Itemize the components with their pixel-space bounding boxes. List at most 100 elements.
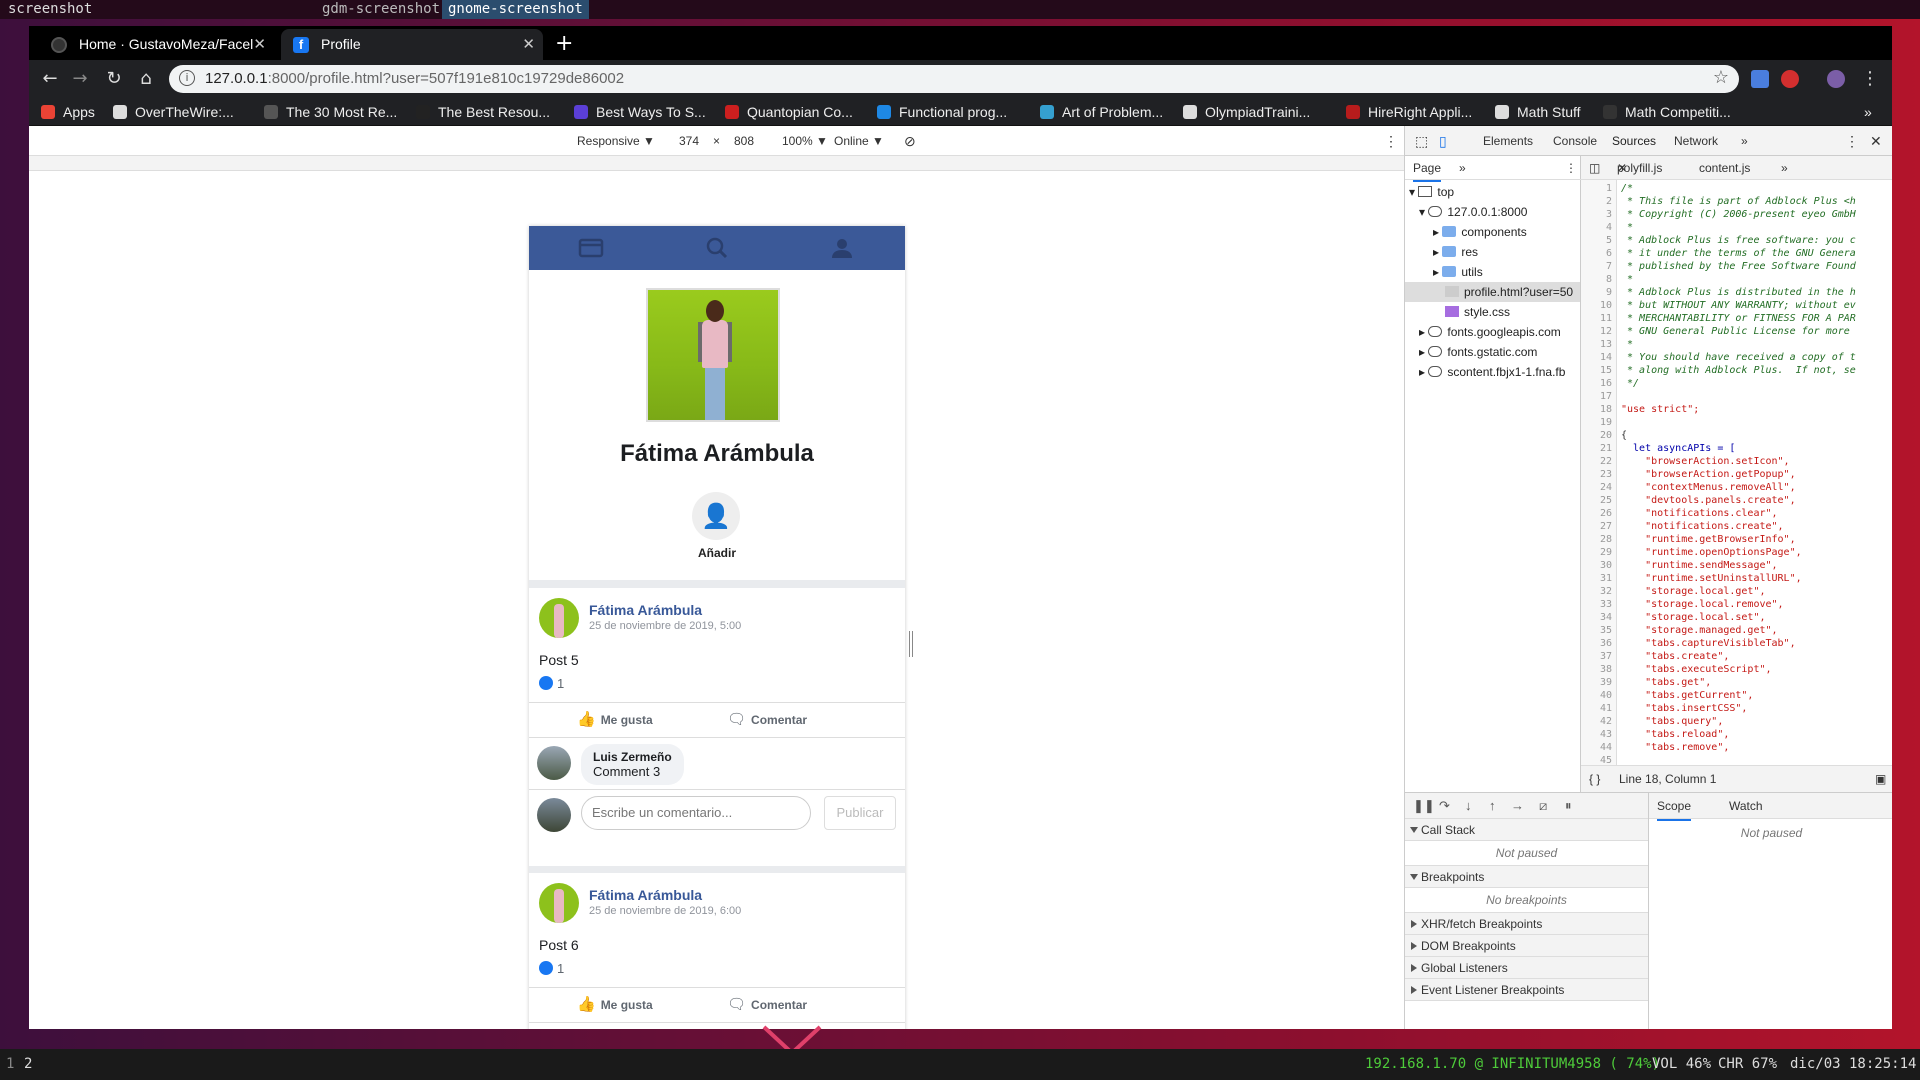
line-number[interactable]: 3 — [1606, 208, 1612, 221]
bookmark-item[interactable]: Quantopian Co... — [725, 98, 853, 126]
close-icon[interactable]: ✕ — [1870, 126, 1882, 156]
menu-kebab-icon[interactable]: ⋮ — [1857, 66, 1883, 92]
step-into-icon[interactable]: ↓ — [1465, 793, 1472, 819]
address-bar[interactable]: i 127.0.0.1:8000/profile.html?user=507f1… — [169, 65, 1739, 93]
device-menu-icon[interactable]: ⋮ — [1384, 126, 1398, 156]
bookmark-item[interactable]: OlympiadTraini... — [1183, 98, 1310, 126]
call-stack-section[interactable]: Call Stack — [1405, 819, 1648, 841]
line-number[interactable]: 32 — [1600, 585, 1612, 598]
line-number[interactable]: 45 — [1600, 754, 1612, 765]
line-number[interactable]: 29 — [1600, 546, 1612, 559]
code-view[interactable]: 1 2 3 4 5 6 7 8 9 10 11 12 13 14 15 16 17 18 19 20 21 22 23 24 2… — [1581, 180, 1892, 765]
avatar[interactable] — [539, 883, 579, 923]
line-number[interactable]: 33 — [1600, 598, 1612, 611]
network-throttle-select[interactable]: Online ▼ — [834, 126, 884, 156]
comment-user[interactable]: Luis Zermeño — [593, 750, 672, 764]
forward-button[interactable]: → — [67, 66, 93, 92]
viewport-resize-handle-right[interactable] — [909, 631, 913, 657]
bookmark-item[interactable]: The 30 Most Re... — [264, 98, 397, 126]
line-number[interactable]: 7 — [1606, 260, 1612, 273]
adblock-extension-icon[interactable] — [1781, 70, 1799, 88]
tree-item-style-css[interactable]: style.css — [1445, 302, 1510, 322]
pause-on-exceptions-icon[interactable]: ⏸ — [1565, 793, 1572, 819]
event-listener-breakpoints-section[interactable]: Event Listener Breakpoints — [1405, 979, 1648, 1001]
tree-item-top[interactable]: ▾ top — [1409, 182, 1454, 202]
post-author[interactable]: Fátima Arámbula — [589, 602, 702, 618]
tree-item-components[interactable]: ▸ components — [1433, 222, 1527, 242]
line-number[interactable]: 41 — [1600, 702, 1612, 715]
reload-button[interactable]: ↻ — [101, 66, 127, 92]
more-tabs-button[interactable]: » — [1741, 126, 1748, 156]
launcher-option-gdm[interactable]: gdm-screenshot — [316, 0, 446, 19]
bookmark-item[interactable]: Apps — [41, 98, 95, 126]
editor-tab-content[interactable]: content.js — [1699, 156, 1750, 180]
bookmark-item[interactable]: Art of Problem... — [1040, 98, 1163, 126]
device-toggle-icon[interactable]: ▯ — [1439, 126, 1447, 156]
device-select[interactable]: Responsive ▼ — [577, 126, 655, 156]
search-icon[interactable] — [704, 237, 730, 259]
comment-button[interactable]: 🗨 Comentar — [727, 988, 807, 1022]
inspect-element-icon[interactable]: ⬚ — [1415, 126, 1428, 156]
tree-item-googleapis[interactable]: ▸ fonts.googleapis.com — [1419, 322, 1561, 342]
line-number[interactable]: 10 — [1600, 299, 1612, 312]
bookmark-item[interactable]: Functional prog... — [877, 98, 1007, 126]
publish-button[interactable]: Publicar — [824, 796, 896, 830]
line-number[interactable]: 13 — [1600, 338, 1612, 351]
line-number[interactable]: 34 — [1600, 611, 1612, 624]
like-button[interactable]: 👍 Me gusta — [577, 988, 653, 1022]
tree-item-utils[interactable]: ▸ utils — [1433, 262, 1483, 282]
tree-item-gstatic[interactable]: ▸ fonts.gstatic.com — [1419, 342, 1537, 362]
tab-github[interactable]: Home · GustavoMeza/Facel ✕ — [39, 29, 274, 60]
user-icon[interactable] — [829, 237, 855, 259]
editor-more-button[interactable]: » — [1781, 156, 1788, 180]
line-number[interactable]: 11 — [1600, 312, 1612, 325]
line-number[interactable]: 17 — [1600, 390, 1612, 403]
navigator-menu-icon[interactable]: ⋮ — [1565, 156, 1577, 180]
tab-profile[interactable]: f Profile ✕ — [281, 29, 543, 60]
tab-watch[interactable]: Watch — [1729, 793, 1763, 819]
feed-icon[interactable] — [578, 237, 604, 259]
line-number[interactable]: 26 — [1600, 507, 1612, 520]
tab-elements[interactable]: Elements — [1483, 126, 1533, 156]
tab-console[interactable]: Console — [1553, 126, 1597, 156]
pause-icon[interactable]: ❚❚ — [1413, 793, 1435, 819]
line-number[interactable]: 42 — [1600, 715, 1612, 728]
bookmark-item[interactable]: The Best Resou... — [416, 98, 550, 126]
line-number[interactable]: 15 — [1600, 364, 1612, 377]
line-number[interactable]: 40 — [1600, 689, 1612, 702]
post-author[interactable]: Fátima Arámbula — [589, 887, 702, 903]
tab-scope[interactable]: Scope — [1657, 793, 1692, 821]
back-button[interactable]: ← — [37, 66, 63, 92]
tree-item-origin[interactable]: ▾ 127.0.0.1:8000 — [1419, 202, 1527, 222]
home-button[interactable]: ⌂ — [133, 66, 159, 92]
line-number[interactable]: 21 — [1600, 442, 1612, 455]
line-number[interactable]: 22 — [1600, 455, 1612, 468]
like-button[interactable]: 👍 Me gusta — [577, 703, 653, 737]
line-number[interactable]: 4 — [1606, 221, 1612, 234]
bookmark-item[interactable]: Math Competiti... — [1603, 98, 1731, 126]
avatar[interactable] — [537, 746, 571, 780]
step-out-icon[interactable]: ↑ — [1489, 793, 1496, 819]
tab-sources[interactable]: Sources — [1612, 126, 1657, 158]
deactivate-breakpoints-icon[interactable]: ⧄ — [1539, 793, 1547, 819]
line-number[interactable]: 9 — [1606, 286, 1612, 299]
tree-item-res[interactable]: ▸ res — [1433, 242, 1478, 262]
devtools-menu-icon[interactable]: ⋮ — [1845, 126, 1859, 156]
translate-extension-icon[interactable] — [1751, 70, 1769, 88]
line-number[interactable]: 6 — [1606, 247, 1612, 260]
xhr-breakpoints-section[interactable]: XHR/fetch Breakpoints — [1405, 913, 1648, 935]
bookmark-item[interactable]: HireRight Appli... — [1346, 98, 1472, 126]
close-icon[interactable]: ✕ — [1617, 156, 1627, 180]
viewport-width[interactable]: 374 — [679, 126, 699, 156]
pretty-print-icon[interactable]: { } — [1589, 766, 1600, 792]
bookmark-item[interactable]: Best Ways To S... — [574, 98, 706, 126]
line-number[interactable]: 25 — [1600, 494, 1612, 507]
line-number[interactable]: 8 — [1606, 273, 1612, 286]
bookmark-item[interactable]: OverTheWire:... — [113, 98, 234, 126]
bookmark-item[interactable]: Math Stuff — [1495, 98, 1581, 126]
close-icon[interactable]: ✕ — [253, 29, 266, 60]
line-number[interactable]: 14 — [1600, 351, 1612, 364]
launcher-prompt[interactable]: screenshot — [2, 0, 98, 19]
line-number[interactable]: 18 — [1600, 403, 1612, 416]
rotate-icon[interactable]: ⊘ — [904, 126, 916, 156]
